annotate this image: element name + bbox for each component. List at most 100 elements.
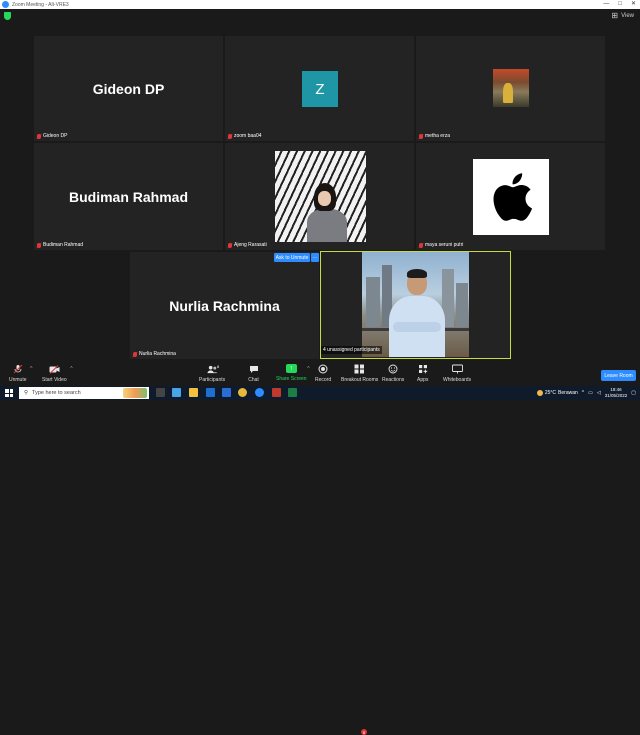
profile-picture	[275, 151, 366, 242]
date: 31/05/2022	[604, 393, 628, 398]
participant-tile-zoom-baa04[interactable]: Z zoom baa04	[225, 36, 414, 141]
participant-name: Nurlia Rachmina	[139, 351, 176, 357]
zoom-logo-icon	[2, 1, 9, 8]
task-view-icon[interactable]	[156, 388, 165, 397]
participant-tile-nurlia[interactable]: Nurlia Rachmina Nurlia Rachmina	[130, 252, 319, 359]
participant-name-label: metha erza	[419, 133, 450, 139]
participant-name: maya seruni putri	[425, 242, 464, 248]
apps-icon	[417, 364, 428, 374]
store-icon[interactable]	[206, 388, 215, 397]
search-icon: ⚲	[24, 390, 29, 396]
muted-mic-icon	[419, 242, 423, 248]
reactions-button[interactable]: Reactions	[382, 364, 404, 383]
participant-name: Ajeng Rarasati	[234, 242, 267, 248]
chat-button[interactable]: Chat	[248, 364, 259, 383]
participants-button[interactable]: Participants 8	[199, 364, 225, 383]
muted-mic-icon	[37, 133, 41, 139]
share-screen-button[interactable]: ↑ Share Screen ^	[276, 364, 310, 382]
chrome-icon[interactable]	[238, 388, 247, 397]
windows-taskbar: ⚲ Type here to search 25°C Berawan ^ ▭ ◁…	[0, 386, 640, 400]
view-button[interactable]: ⊞ View	[611, 11, 634, 20]
chevron-up-icon[interactable]: ^	[30, 366, 32, 372]
active-speaker-video-tile[interactable]: 4 unassigned participants	[320, 251, 511, 359]
taskbar-search-box[interactable]: ⚲ Type here to search	[19, 387, 149, 399]
participant-name-label: Ajeng Rarasati	[228, 242, 267, 248]
close-window-button[interactable]: ✕	[631, 0, 636, 9]
muted-mic-icon	[228, 133, 232, 139]
mail-icon[interactable]	[222, 388, 231, 397]
start-video-button[interactable]: Start Video ^	[42, 364, 73, 383]
participant-display-name: Nurlia Rachmina	[169, 297, 280, 314]
breakout-rooms-icon	[354, 364, 365, 374]
app-icon[interactable]	[272, 388, 281, 397]
excel-icon[interactable]	[288, 388, 297, 397]
participant-name-label: maya seruni putri	[419, 242, 463, 248]
muted-mic-icon	[419, 133, 423, 139]
view-label: View	[621, 12, 634, 19]
whiteboard-icon	[451, 364, 463, 374]
participant-tile-ajeng[interactable]: Ajeng Rarasati	[225, 143, 414, 250]
search-highlight-image	[123, 388, 147, 398]
window-controls: — □ ✕	[603, 0, 636, 9]
zoom-taskbar-icon[interactable]	[255, 388, 264, 397]
unmute-button[interactable]: Unmute ^	[9, 364, 33, 383]
chevron-up-icon[interactable]: ^	[582, 390, 584, 396]
profile-picture	[473, 159, 549, 235]
participant-name-label: Budiman Rahmad	[37, 242, 83, 248]
muted-mic-icon	[37, 242, 41, 248]
network-icon[interactable]: ▭	[588, 390, 593, 396]
share-screen-icon: ↑	[285, 364, 297, 373]
notification-icon[interactable]: ▢	[631, 390, 636, 396]
security-shield-icon[interactable]	[4, 12, 11, 20]
participant-tile-maya[interactable]: maya seruni putri	[416, 143, 605, 250]
cloudy-weather-icon	[536, 390, 543, 396]
video-off-icon	[49, 364, 60, 374]
maximize-button[interactable]: □	[618, 0, 622, 9]
participant-name-label: Nurlia Rachmina	[133, 351, 176, 357]
volume-icon[interactable]: ◁	[597, 390, 601, 396]
weather-temp: 25°C	[544, 390, 557, 396]
search-placeholder: Type here to search	[32, 390, 81, 396]
ask-to-unmute-button[interactable]: Ask to Unmute	[274, 253, 310, 262]
weather-widget[interactable]: 25°C Berawan	[536, 390, 578, 396]
file-explorer-icon[interactable]	[189, 388, 198, 397]
breakout-rooms-button[interactable]: Breakout Rooms	[341, 364, 378, 383]
record-icon	[318, 364, 329, 374]
window-titlebar: Zoom Meeting - Alt-VRE3 — □ ✕	[0, 0, 640, 9]
window-title: Zoom Meeting - Alt-VRE3	[12, 1, 69, 8]
participant-display-name: Gideon DP	[92, 80, 165, 97]
apple-logo-icon	[493, 173, 533, 221]
participant-name: metha erza	[425, 133, 451, 139]
chevron-up-icon[interactable]: ^	[307, 366, 309, 372]
participant-name-label: zoom baa04	[228, 133, 262, 139]
apps-button[interactable]: Apps	[417, 364, 428, 383]
clock[interactable]: 18:46 31/05/2022	[605, 387, 628, 399]
whiteboards-button[interactable]: Whiteboards	[443, 364, 471, 383]
participant-tile-budiman[interactable]: Budiman Rahmad Budiman Rahmad	[34, 143, 223, 250]
record-button[interactable]: Record	[315, 364, 331, 383]
participant-name: Budiman Rahmad	[43, 242, 84, 248]
participant-display-name: Budiman Rahmad	[68, 188, 188, 205]
meeting-controls-toolbar: Unmute ^ Start Video ^ Participants 8 Ch…	[0, 362, 640, 735]
participant-name: Gideon DP	[43, 133, 68, 139]
grid-view-icon: ⊞	[611, 11, 619, 20]
smiley-icon	[388, 364, 399, 374]
participant-tile-metha-erza[interactable]: metha erza	[416, 36, 605, 141]
minimize-button[interactable]: —	[603, 0, 609, 9]
muted-mic-icon	[133, 351, 137, 357]
edge-icon[interactable]	[172, 388, 181, 397]
windows-start-icon[interactable]	[5, 389, 13, 397]
participant-name: zoom baa04	[234, 133, 262, 139]
unassigned-participants-notice: 4 unassigned participants	[321, 346, 382, 354]
leave-room-button[interactable]: Leave Room	[601, 370, 636, 381]
breakout-rooms-badge: 8	[361, 729, 367, 735]
participants-count: 8	[217, 364, 220, 369]
participant-tile-gideon[interactable]: Gideon DP Gideon DP	[34, 36, 223, 141]
chevron-up-icon[interactable]: ^	[70, 366, 72, 372]
weather-desc: Berawan	[558, 390, 578, 396]
muted-microphone-icon	[12, 364, 23, 374]
participants-icon	[207, 364, 218, 374]
more-options-button[interactable]: ···	[311, 253, 319, 262]
meeting-top-bar: ⊞ View	[0, 9, 640, 23]
participant-video	[362, 252, 469, 357]
